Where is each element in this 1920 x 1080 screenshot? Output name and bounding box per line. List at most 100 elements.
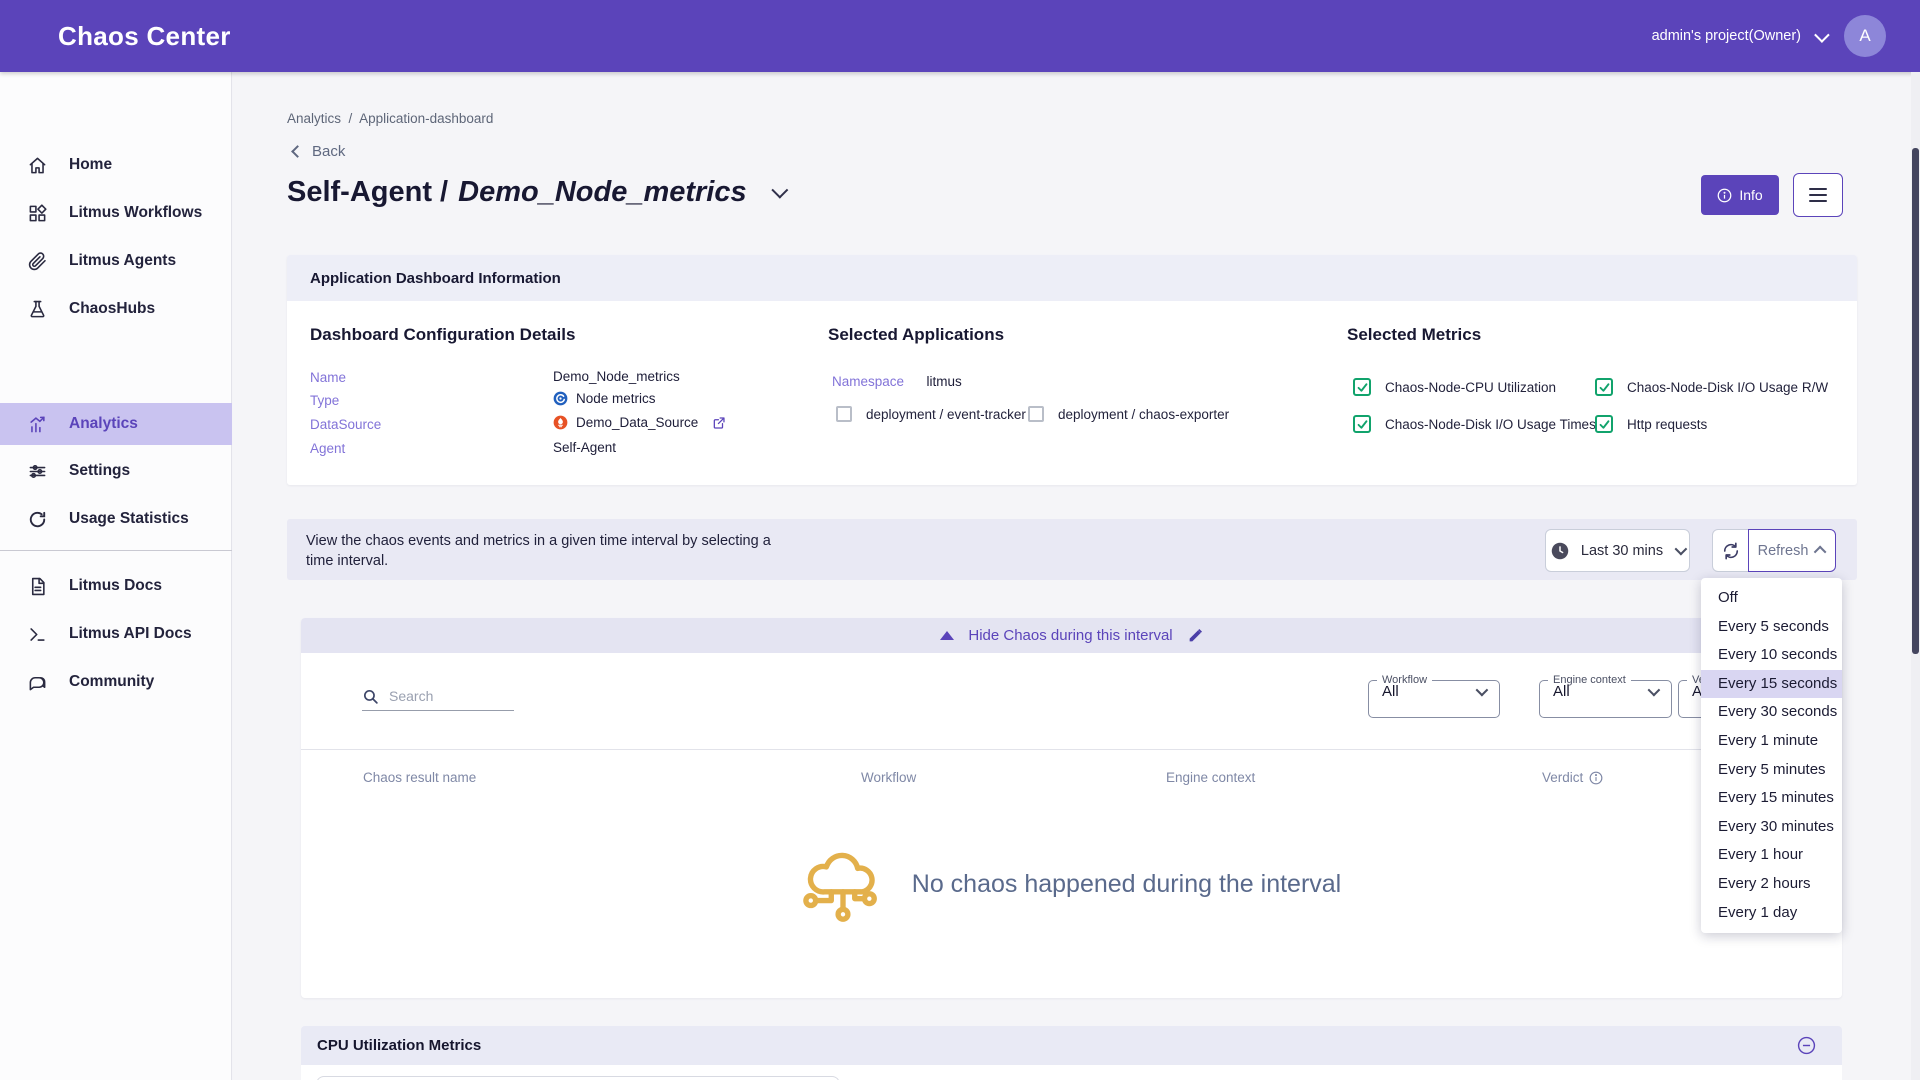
time-range-button[interactable]: Last 30 mins [1545, 529, 1690, 572]
external-link-icon[interactable] [712, 416, 726, 430]
refresh-icon [1721, 541, 1741, 561]
search-icon [362, 688, 379, 705]
column-engine-context: Engine context [1166, 770, 1255, 785]
namespace-value: litmus [927, 374, 962, 389]
sidebar-item-usage-statistics[interactable]: Usage Statistics [0, 498, 232, 540]
sidebar-item-home[interactable]: Home [0, 144, 232, 186]
top-bar: Chaos Center admin's project(Owner) A [0, 0, 1920, 72]
chevron-down-icon [1675, 543, 1688, 556]
chevron-down-icon [1648, 684, 1661, 697]
sidebar-item-litmus-docs[interactable]: Litmus Docs [0, 565, 232, 607]
menu-item-every-15-seconds[interactable]: Every 15 seconds [1701, 670, 1842, 699]
search-input[interactable] [362, 685, 514, 711]
checkbox-unchecked[interactable] [836, 406, 852, 422]
sidebar-item-litmus-api-docs[interactable]: Litmus API Docs [0, 613, 232, 655]
metric-checkbox-row: Chaos-Node-CPU Utilization [1353, 378, 1556, 396]
application-checkbox-row: deployment / event-tracker [836, 406, 1026, 422]
menu-item-every-1-day[interactable]: Every 1 day [1701, 899, 1842, 928]
engine-context-filter-select[interactable]: Engine context All [1539, 674, 1672, 718]
cpu-utilization-section-header: CPU Utilization Metrics [301, 1026, 1842, 1065]
menu-item-every-30-minutes[interactable]: Every 30 minutes [1701, 813, 1842, 842]
menu-item-every-30-seconds[interactable]: Every 30 seconds [1701, 698, 1842, 727]
cpu-chart-card [316, 1076, 840, 1080]
sidebar-divider [0, 550, 232, 551]
sidebar-item-chaoshubs[interactable]: ChaosHubs [0, 288, 232, 330]
document-icon [28, 577, 47, 596]
checkbox-checked[interactable] [1595, 378, 1613, 396]
breadcrumb-analytics[interactable]: Analytics [287, 111, 341, 126]
refresh-interval-dropdown-button[interactable]: Refresh [1748, 529, 1836, 572]
cloud-network-icon [802, 843, 884, 925]
empty-message: No chaos happened during the interval [912, 870, 1341, 899]
analytics-icon [28, 415, 47, 434]
menu-item-every-1-hour[interactable]: Every 1 hour [1701, 841, 1842, 870]
project-switcher[interactable]: admin's project(Owner) [1652, 28, 1826, 44]
namespace-label: Namespace [832, 374, 904, 389]
project-label: admin's project(Owner) [1652, 28, 1801, 44]
column-verdict: Verdict [1542, 770, 1603, 785]
cpu-section-title: CPU Utilization Metrics [317, 1037, 481, 1054]
configuration-title: Dashboard Configuration Details [310, 325, 575, 345]
checkbox-checked[interactable] [1595, 415, 1613, 433]
sidebar: Home Litmus Workflows Litmus Agents Chao… [0, 72, 232, 1080]
usage-statistics-icon [28, 510, 47, 529]
config-row-value: Self-Agent [553, 440, 616, 455]
prometheus-icon [553, 415, 568, 430]
config-row-label: Type [310, 393, 339, 408]
config-row-label: Name [310, 370, 346, 385]
menu-item-every-10-seconds[interactable]: Every 10 seconds [1701, 641, 1842, 670]
menu-item-every-2-hours[interactable]: Every 2 hours [1701, 870, 1842, 899]
sidebar-item-settings[interactable]: Settings [0, 450, 232, 492]
config-row-label: Agent [310, 441, 345, 456]
metric-checkbox-row: Chaos-Node-Disk I/O Usage R/W [1595, 378, 1828, 396]
workflows-icon [28, 204, 47, 223]
panel-title: Application Dashboard Information [287, 255, 1857, 301]
scrollbar-track[interactable] [1911, 72, 1920, 1080]
chaos-center-screen: Chaos Center admin's project(Owner) A Ho… [0, 0, 1920, 1080]
interval-description: View the chaos events and metrics in a g… [306, 531, 776, 571]
avatar[interactable]: A [1844, 15, 1886, 57]
back-button[interactable]: Back [293, 143, 345, 160]
application-dashboard-information-panel: Application Dashboard Information [287, 255, 1857, 485]
column-workflow: Workflow [861, 770, 916, 785]
applications-title: Selected Applications [828, 325, 1004, 345]
menu-item-off[interactable]: Off [1701, 584, 1842, 613]
checkbox-unchecked[interactable] [1028, 406, 1044, 422]
hamburger-menu-button[interactable] [1793, 173, 1843, 217]
config-row-value: Demo_Data_Source [553, 415, 726, 430]
clock-icon [1551, 542, 1569, 560]
edit-pencil-icon[interactable] [1187, 628, 1203, 644]
sidebar-item-litmus-workflows[interactable]: Litmus Workflows [0, 192, 232, 234]
menu-item-every-15-minutes[interactable]: Every 15 minutes [1701, 784, 1842, 813]
page-title: Self-Agent / Demo_Node_metrics [287, 176, 783, 209]
refresh-interval-menu: Off Every 5 seconds Every 10 seconds Eve… [1701, 578, 1842, 933]
flask-icon [28, 300, 47, 319]
scrollbar-thumb[interactable] [1912, 148, 1919, 654]
home-icon [28, 156, 47, 175]
workflow-filter-select[interactable]: Workflow All [1368, 674, 1500, 718]
application-checkbox-row: deployment / chaos-exporter [1028, 406, 1229, 422]
sidebar-item-community[interactable]: Community [0, 661, 232, 703]
checkbox-checked[interactable] [1353, 378, 1371, 396]
interval-bar: View the chaos events and metrics in a g… [287, 519, 1857, 580]
checkbox-checked[interactable] [1353, 415, 1371, 433]
info-circle-icon[interactable] [1589, 771, 1603, 785]
app-title: Chaos Center [58, 21, 231, 52]
info-button[interactable]: Info [1701, 175, 1779, 215]
menu-item-every-5-minutes[interactable]: Every 5 minutes [1701, 756, 1842, 785]
info-icon [1717, 188, 1732, 203]
search-field [362, 685, 514, 711]
refresh-now-button[interactable] [1712, 529, 1749, 572]
title-agent: Self-Agent / [287, 176, 448, 209]
agents-icon [28, 252, 47, 271]
sidebar-item-litmus-agents[interactable]: Litmus Agents [0, 240, 232, 282]
collapse-minus-icon[interactable] [1797, 1036, 1816, 1055]
menu-item-every-1-minute[interactable]: Every 1 minute [1701, 727, 1842, 756]
menu-item-every-5-seconds[interactable]: Every 5 seconds [1701, 613, 1842, 642]
breadcrumb-application-dashboard[interactable]: Application-dashboard [359, 111, 493, 126]
sidebar-item-analytics[interactable]: Analytics [0, 403, 232, 445]
breadcrumb: Analytics / Application-dashboard [287, 111, 493, 126]
hide-chaos-toggle[interactable]: Hide Chaos during this interval [301, 618, 1842, 653]
config-row-label: DataSource [310, 417, 381, 432]
chaos-results-card: Hide Chaos during this interval Workflow… [301, 618, 1842, 998]
